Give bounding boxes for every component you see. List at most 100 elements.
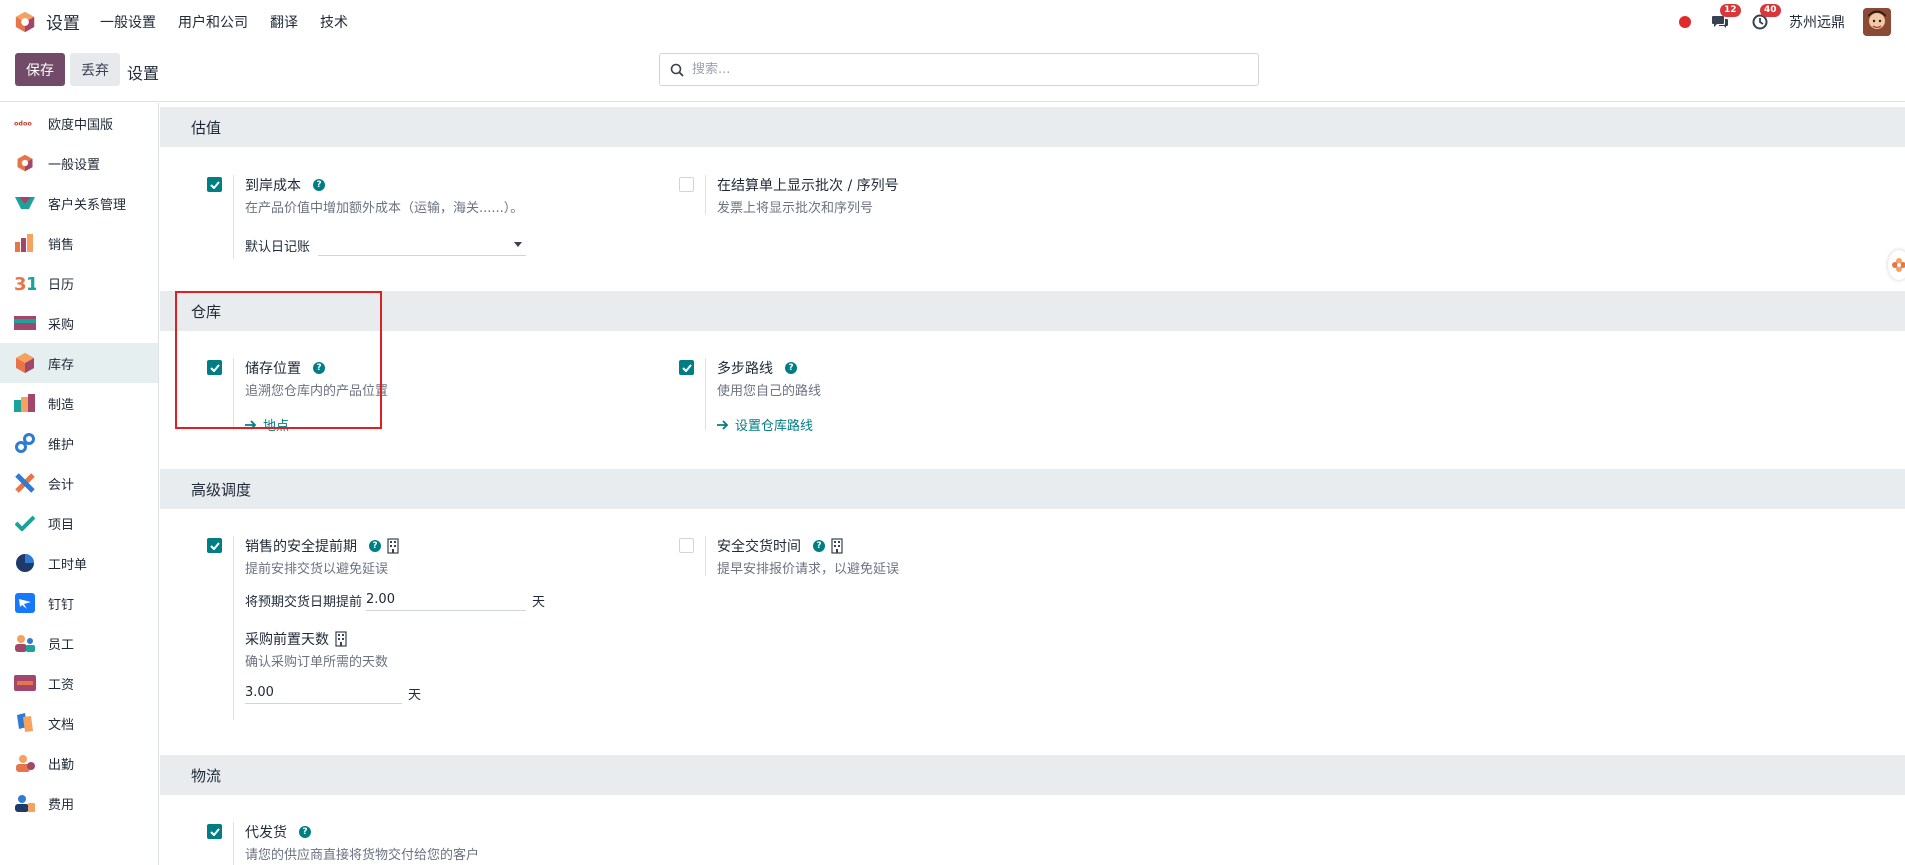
help-icon[interactable]: ? [813, 540, 825, 552]
sidebar-label: 一般设置 [48, 157, 101, 173]
search-input[interactable] [692, 62, 1232, 77]
setting-sales-security-lead: 销售的安全提前期 ? 提前安排交货以避免延误 将预期交货日期提前 天 采购前置天… [207, 536, 677, 726]
sidebar-item-attendance[interactable]: 出勤 [0, 743, 158, 783]
menu-technical[interactable]: 技术 [320, 12, 348, 32]
dropship-checkbox[interactable] [207, 824, 222, 839]
sidebar-item-manufacturing[interactable]: 制造 [0, 383, 158, 423]
sidebar-item-crm[interactable]: 客户关系管理 [0, 183, 158, 223]
section-header-valuation: 估值 [160, 107, 1905, 147]
discard-button[interactable]: 丢弃 [70, 53, 120, 86]
sidebar-label: 费用 [48, 797, 75, 813]
po-lead-unit: 天 [408, 687, 422, 703]
sidebar-item-general-settings[interactable]: 一般设置 [0, 143, 158, 183]
inventory-box-icon [14, 352, 36, 374]
project-check-icon [14, 512, 36, 534]
warehouse-routes-link[interactable]: 设置仓库路线 [717, 415, 1145, 434]
settings-sidebar: odoo 欧度中国版 一般设置 客户关系管理 销售 31 日历 采购 库存 制造… [0, 103, 159, 865]
sidebar-label: 出勤 [48, 757, 75, 773]
setting-dropship: 代发货? 请您的供应商直接将货物交付给您的客户 [207, 822, 677, 865]
sidebar-item-employees[interactable]: 员工 [0, 623, 158, 663]
menu-translations[interactable]: 翻译 [270, 12, 298, 32]
lots-on-invoice-desc: 发票上将显示批次和序列号 [717, 201, 874, 216]
purchase-card-icon [14, 312, 36, 334]
messages-button[interactable]: 12 [1709, 3, 1741, 33]
multi-step-routes-desc: 使用您自己的路线 [717, 384, 822, 399]
svg-text:1: 1 [26, 274, 36, 292]
sidebar-label: 采购 [48, 317, 75, 333]
sidebar-item-timesheet[interactable]: 工时单 [0, 543, 158, 583]
dropship-title: 代发货 [245, 825, 287, 841]
purchase-security-lead-checkbox[interactable] [679, 538, 694, 553]
help-icon[interactable]: ? [299, 826, 311, 838]
sidebar-item-maintenance[interactable]: 维护 [0, 423, 158, 463]
sidebar-item-calendar[interactable]: 31 日历 [0, 263, 158, 303]
sidebar-item-accounting[interactable]: 会计 [0, 463, 158, 503]
sidebar-item-payroll[interactable]: 工资 [0, 663, 158, 703]
sidebar-item-purchase[interactable]: 采购 [0, 303, 158, 343]
sidebar-item-sales[interactable]: 销售 [0, 223, 158, 263]
multi-step-routes-checkbox[interactable] [679, 360, 694, 375]
sidebar-label: 库存 [48, 357, 75, 373]
purchase-security-lead-title: 安全交货时间 [717, 539, 801, 555]
po-lead-days-input[interactable] [245, 682, 402, 704]
sales-lead-days-input[interactable] [366, 589, 527, 611]
sidebar-label: 钉钉 [48, 597, 75, 613]
sidebar-item-dingtalk[interactable]: 钉钉 [0, 583, 158, 623]
sales-security-lead-body: 销售的安全提前期 ? 提前安排交货以避免延误 将预期交货日期提前 天 采购前置天… [233, 536, 673, 720]
section-header-scheduling: 高级调度 [160, 469, 1905, 509]
app-title[interactable]: 设置 [46, 9, 80, 34]
sales-security-lead-checkbox[interactable] [207, 538, 222, 553]
setting-purchase-security-lead: 安全交货时间 ? 提早安排报价请求，以避免延误 [679, 536, 1149, 596]
save-button[interactable]: 保存 [15, 53, 65, 86]
company-building-icon [335, 631, 347, 647]
sidebar-item-project[interactable]: 项目 [0, 503, 158, 543]
help-icon[interactable]: ? [785, 362, 797, 374]
section-header-warehouse: 仓库 [160, 291, 1905, 331]
landed-cost-checkbox[interactable] [207, 177, 222, 192]
sales-security-lead-desc: 提前安排交货以避免延误 [245, 562, 389, 577]
sidebar-label: 会计 [48, 477, 75, 493]
company-switcher[interactable]: 苏州远鼎 [1789, 12, 1845, 32]
setting-multi-step-routes: 多步路线? 使用您自己的路线 设置仓库路线 [679, 358, 1149, 438]
lots-on-invoice-body: 在结算单上显示批次 / 序列号 发票上将显示批次和序列号 [705, 175, 1145, 216]
sidebar-label: 销售 [48, 237, 75, 253]
sidebar-item-expenses[interactable]: 费用 [0, 783, 158, 823]
purchase-security-lead-desc: 提早安排报价请求，以避免延误 [717, 562, 900, 577]
user-avatar[interactable] [1863, 7, 1891, 36]
arrow-right-icon [717, 419, 729, 430]
section-header-logistics: 物流 [160, 755, 1905, 795]
sales-security-lead-title: 销售的安全提前期 [245, 539, 357, 555]
sales-lead-field-label: 将预期交货日期提前 [245, 594, 363, 610]
default-journal-select[interactable] [318, 234, 527, 256]
control-panel: 保存 丢弃 设置 [0, 43, 1905, 102]
activities-button[interactable]: 40 [1749, 3, 1781, 33]
svg-text:odoo: odoo [14, 120, 32, 128]
timesheet-clock-icon [14, 552, 36, 574]
checkmark-icon [209, 180, 220, 189]
po-lead-desc: 确认采购订单所需的天数 [245, 655, 389, 670]
settings-content: 估值 到岸成本? 在产品价值中增加额外成本（运输，海关......）。 默认日记… [160, 103, 1905, 865]
accounting-icon [14, 472, 36, 494]
assistant-float-button[interactable] [1888, 250, 1905, 280]
lots-on-invoice-checkbox[interactable] [679, 177, 694, 192]
recording-dot-icon[interactable] [1679, 15, 1691, 28]
sidebar-label: 工时单 [48, 557, 88, 573]
help-icon[interactable]: ? [369, 540, 381, 552]
odoo-logo-icon[interactable] [14, 11, 36, 33]
sidebar-label: 维护 [48, 437, 75, 453]
sidebar-item-documents[interactable]: 文档 [0, 703, 158, 743]
highlight-box [175, 291, 382, 429]
sidebar-item-odoo-china[interactable]: odoo 欧度中国版 [0, 103, 158, 143]
payroll-icon [14, 672, 36, 694]
menu-general-settings[interactable]: 一般设置 [100, 12, 156, 32]
employees-icon [14, 632, 36, 654]
sidebar-item-inventory[interactable]: 库存 [0, 343, 158, 383]
search-box[interactable] [659, 53, 1259, 86]
po-lead-title: 采购前置天数 [245, 632, 329, 648]
menu-users-companies[interactable]: 用户和公司 [178, 12, 248, 32]
odoo-china-logo: odoo [14, 112, 36, 134]
help-icon[interactable]: ? [313, 179, 325, 191]
activities-count-badge: 40 [1760, 3, 1781, 17]
checkmark-icon [209, 827, 220, 836]
setting-landed-cost: 到岸成本? 在产品价值中增加额外成本（运输，海关......）。 默认日记账 [207, 175, 677, 265]
